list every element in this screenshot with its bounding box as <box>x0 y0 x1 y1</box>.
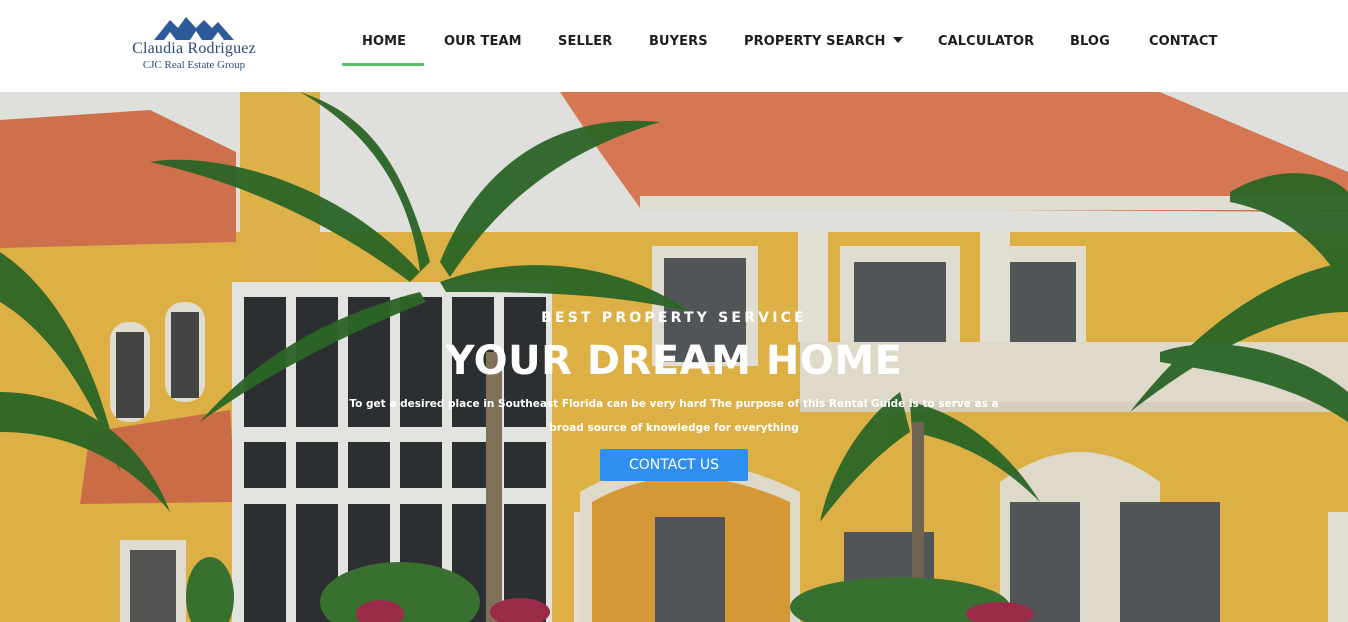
nav-property-search[interactable]: PROPERTY SEARCH <box>744 34 904 54</box>
hero-section: BEST PROPERTY SERVICE YOUR DREAM HOME To… <box>0 92 1348 622</box>
nav-property-search-label: PROPERTY SEARCH <box>744 34 886 49</box>
nav-home[interactable]: HOME <box>362 34 406 54</box>
chevron-down-icon <box>893 37 904 43</box>
site-header: Claudia Rodriguez CJC Real Estate Group … <box>0 0 1348 92</box>
contact-us-button[interactable]: CONTACT US <box>600 449 748 481</box>
nav-contact[interactable]: CONTACT <box>1149 34 1218 54</box>
hero-eyebrow: BEST PROPERTY SERVICE <box>541 310 807 326</box>
hero-headline: YOUR DREAM HOME <box>445 338 903 384</box>
hero-description: To get a desired place in Southeast Flor… <box>349 398 999 434</box>
nav-our-team[interactable]: OUR TEAM <box>444 34 522 54</box>
nav-blog[interactable]: BLOG <box>1070 34 1110 54</box>
nav-buyers[interactable]: BUYERS <box>649 34 708 54</box>
nav-active-indicator <box>342 63 424 66</box>
main-nav: HOME OUR TEAM SELLER BUYERS PROPERTY SEA… <box>0 0 1348 92</box>
nav-seller[interactable]: SELLER <box>558 34 612 54</box>
nav-calculator[interactable]: CALCULATOR <box>938 34 1034 54</box>
